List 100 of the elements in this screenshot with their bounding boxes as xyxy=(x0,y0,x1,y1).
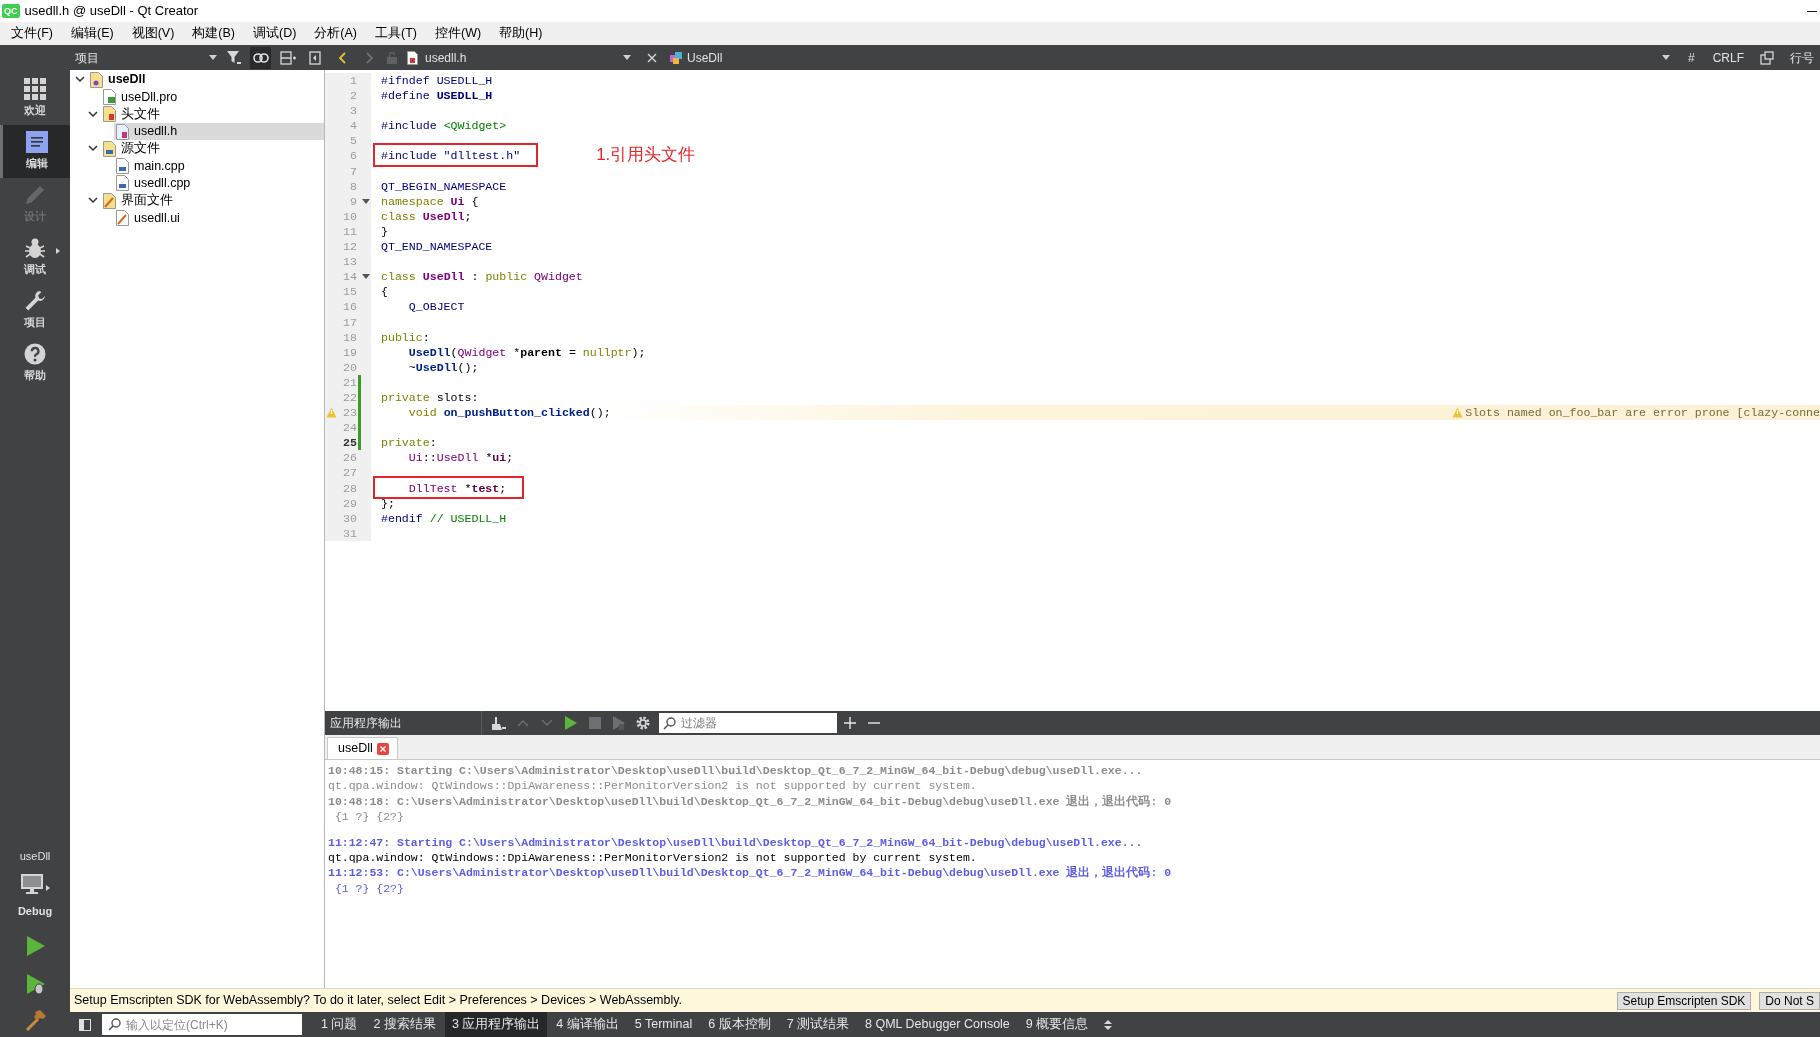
code-line: #endif // USEDLL_H xyxy=(381,510,507,526)
class-icon xyxy=(669,50,683,65)
tree-item[interactable]: useDll xyxy=(88,71,324,89)
line-column-label[interactable]: 行号 xyxy=(1784,48,1820,67)
search-icon xyxy=(663,716,676,730)
output-line: 11:12:47: Starting C:\Users\Administrator\Desktop\useDll\build\Desktop_Qt_6_7_2_MinGW_64_bit-Debug\debug\useDll.exe... xyxy=(328,834,1144,850)
code-line: { xyxy=(381,284,388,300)
menu-item[interactable]: 帮助(H) xyxy=(490,24,552,43)
line-number: 29 xyxy=(342,495,357,511)
code-line: #define USEDLL_H xyxy=(381,88,493,104)
grid-icon xyxy=(24,78,46,101)
filter-icon[interactable] xyxy=(226,51,241,64)
output-pane-button[interactable]: 1 问题 xyxy=(314,1012,365,1037)
close-pane-icon[interactable] xyxy=(308,50,321,65)
header-file-icon xyxy=(407,50,418,65)
output-pane-button[interactable]: 9 概要信息 xyxy=(1018,1012,1096,1037)
fold-arrow-icon[interactable] xyxy=(362,274,370,280)
code-line: private slots: xyxy=(381,389,479,406)
tree-item[interactable]: 头文件 xyxy=(101,105,324,123)
monitor-icon[interactable] xyxy=(20,872,50,895)
output-pane-button[interactable]: 3 应用程序输出 xyxy=(444,1012,548,1037)
close-icon[interactable] xyxy=(376,742,389,755)
line-number: 12 xyxy=(342,239,357,255)
line-number: 7 xyxy=(349,163,357,179)
output-pane-button[interactable]: 6 版本控制 xyxy=(701,1012,778,1037)
info-bar-button[interactable]: Setup Emscripten SDK xyxy=(1616,991,1752,1010)
tree-item[interactable]: usedll.h xyxy=(114,122,324,141)
debug-run-icon[interactable] xyxy=(24,973,46,995)
line-number: 13 xyxy=(342,254,357,270)
project-file-icon xyxy=(103,88,116,105)
run-icon[interactable] xyxy=(565,716,577,730)
caret-icon xyxy=(209,55,218,60)
warning-icon xyxy=(325,407,337,419)
tree-item[interactable]: 界面文件 xyxy=(101,192,324,210)
line-number: 25 xyxy=(342,435,357,451)
source-folder-icon xyxy=(103,140,116,157)
lock-icon xyxy=(387,51,397,64)
output-pane-button[interactable]: 5 Terminal xyxy=(627,1012,700,1037)
link-icon[interactable] xyxy=(252,52,269,63)
output-tab[interactable]: useDll xyxy=(327,737,398,759)
info-bar-button[interactable]: Do Not S xyxy=(1759,991,1820,1010)
plus-icon[interactable] xyxy=(844,717,856,729)
filter-field[interactable]: 过滤器 xyxy=(659,713,837,733)
menu-item[interactable]: 调试(D) xyxy=(244,24,306,43)
tree-item[interactable]: usedll.ui xyxy=(114,209,324,227)
menu-item[interactable]: 分析(A) xyxy=(305,24,366,43)
code-line: }; xyxy=(381,495,395,511)
settings-icon[interactable] xyxy=(636,716,650,730)
sidebar-toggle-icon[interactable] xyxy=(79,1018,91,1031)
menu-item[interactable]: 视图(V) xyxy=(122,24,184,43)
menu-item[interactable]: 编辑(E) xyxy=(61,24,123,43)
output-line: {1 ?} {2?} xyxy=(333,880,405,896)
fold-arrow-icon[interactable] xyxy=(362,198,370,204)
run-icon[interactable] xyxy=(24,935,46,957)
output-pane-button[interactable]: 8 QML Debugger Console xyxy=(858,1012,1017,1037)
annotation-text: 1.引用头文件 xyxy=(596,146,696,162)
code-line: void on_pushButton_clicked(); xyxy=(407,405,611,421)
tree-item[interactable]: usedll.cpp xyxy=(114,174,324,193)
locator-field[interactable]: 输入以定位(Ctrl+K) xyxy=(102,1014,302,1035)
code-line: #include "dlltest.h" xyxy=(381,148,521,164)
header-file-icon xyxy=(116,123,129,140)
line-number: 8 xyxy=(349,178,357,194)
menu-item[interactable]: 控件(W) xyxy=(426,24,491,43)
mode-button[interactable]: 编辑 xyxy=(0,125,70,178)
close-icon[interactable] xyxy=(647,52,657,63)
menu-item[interactable]: 文件(F) xyxy=(2,24,62,43)
menu-item[interactable]: 工具(T) xyxy=(366,24,426,43)
mode-button[interactable]: 欢迎 xyxy=(0,72,70,125)
line-number: 17 xyxy=(342,314,357,330)
code-line: QT_BEGIN_NAMESPACE xyxy=(381,178,507,194)
tree-item[interactable]: useDll.pro xyxy=(101,88,324,106)
file-selector[interactable]: usedll.h xyxy=(403,48,635,67)
split-window-icon[interactable] xyxy=(1760,50,1774,65)
output-pane-button[interactable]: 4 编译输出 xyxy=(549,1012,626,1037)
mode-button[interactable]: 项目 xyxy=(0,284,70,337)
line-number: 15 xyxy=(342,284,357,300)
line-number: 9 xyxy=(349,193,357,209)
up-down-arrows-icon[interactable] xyxy=(1104,1018,1113,1031)
line-number: 18 xyxy=(342,329,357,345)
line-number: 20 xyxy=(342,359,357,375)
hammer-icon[interactable] xyxy=(24,1009,46,1031)
broom-icon[interactable] xyxy=(492,716,506,730)
line-number: 11 xyxy=(342,223,357,240)
line-number: 23 xyxy=(342,405,357,421)
search-icon xyxy=(108,1018,121,1031)
tree-item[interactable]: 源文件 xyxy=(101,140,324,158)
mode-button[interactable]: 帮助 xyxy=(0,337,70,390)
split-icon[interactable] xyxy=(279,50,296,65)
editor-indicator[interactable]: CRLF xyxy=(1706,48,1750,67)
output-pane-button[interactable]: 2 搜索结果 xyxy=(366,1012,443,1037)
symbol-selector[interactable]: UseDll xyxy=(669,48,1676,67)
help-icon xyxy=(24,343,46,366)
form-file-icon xyxy=(116,210,129,226)
menu-item[interactable]: 构建(B) xyxy=(183,24,244,43)
output-pane-button[interactable]: 7 测试结果 xyxy=(779,1012,857,1037)
view-selector[interactable]: 项目 xyxy=(75,48,218,67)
tree-item[interactable]: main.cpp xyxy=(114,157,324,175)
mode-button[interactable]: 调试 xyxy=(0,231,70,284)
editor-indicator[interactable]: # xyxy=(1681,48,1701,67)
line-number: 24 xyxy=(342,420,357,436)
